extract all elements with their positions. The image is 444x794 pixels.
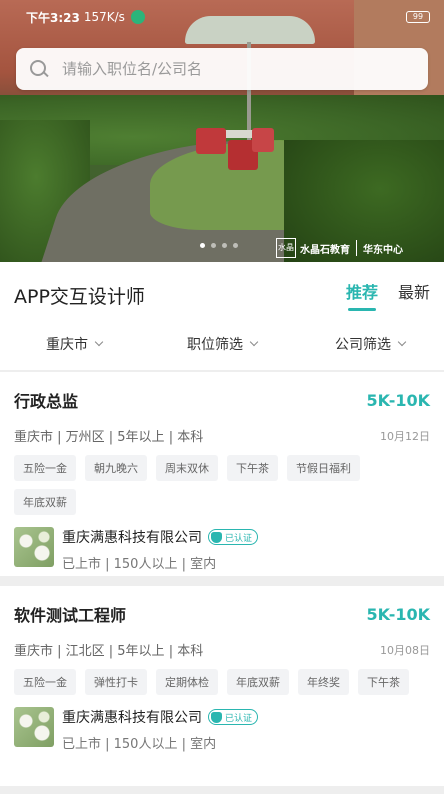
tab-recommended[interactable]: 推荐 — [346, 279, 378, 311]
search-icon — [30, 60, 48, 78]
job-meta: 重庆市 | 万州区 | 5年以上 | 本科 — [14, 430, 204, 445]
company-meta: 已上市 | 150人以上 | 室内 — [62, 737, 217, 752]
company-name: 重庆满惠科技有限公司 — [62, 530, 202, 546]
company-avatar — [14, 527, 54, 567]
job-salary: 5K-10K — [366, 390, 430, 410]
company-info[interactable]: 重庆满惠科技有限公司 已认证 已上市 | 150人以上 | 室内 — [14, 527, 430, 572]
tab-latest[interactable]: 最新 — [398, 279, 430, 303]
filter-label: 重庆市 — [46, 337, 88, 353]
job-tags: 五险一金 弹性打卡 定期体检 年底双薪 年终奖 下午茶 — [14, 669, 430, 695]
battery-icon: 99 — [406, 11, 430, 23]
search-input[interactable] — [62, 60, 402, 78]
benefit-tag: 五险一金 — [14, 455, 76, 481]
job-salary: 5K-10K — [366, 604, 430, 624]
job-title: 行政总监 — [14, 392, 79, 411]
job-card[interactable]: 软件测试工程师 5K-10K 重庆市 | 江北区 | 5年以上 | 本科 10月… — [0, 586, 444, 786]
job-meta: 重庆市 | 江北区 | 5年以上 | 本科 — [14, 644, 204, 659]
carousel-indicator — [200, 243, 238, 248]
filter-position-dropdown[interactable]: 职位筛选 — [148, 334, 296, 354]
search-bar[interactable] — [16, 48, 428, 90]
filter-company-dropdown[interactable]: 公司筛选 — [296, 334, 444, 354]
carousel-dot — [222, 243, 227, 248]
shield-check-icon — [211, 711, 222, 723]
chevron-down-icon — [397, 337, 407, 347]
job-date: 10月12日 — [380, 429, 430, 443]
verified-badge: 已认证 — [208, 709, 259, 725]
chevron-down-icon — [94, 337, 104, 347]
banner[interactable]: 下午3:23 157K/s 99 水晶 水晶石教育 华东中心 — [0, 0, 444, 262]
brand-divider — [356, 240, 357, 256]
benefit-tag: 弹性打卡 — [85, 669, 147, 695]
brand-name: 水晶石教育 — [300, 244, 350, 256]
company-meta: 已上市 | 150人以上 | 室内 — [62, 557, 217, 572]
filter-bar: 重庆市 职位筛选 公司筛选 — [0, 334, 444, 354]
benefit-tag: 朝九晚六 — [85, 455, 147, 481]
banner-photo-chair — [196, 128, 226, 154]
company-avatar — [14, 707, 54, 747]
carousel-dot — [200, 243, 205, 248]
company-name: 重庆满惠科技有限公司 — [62, 710, 202, 726]
notification-icon — [130, 10, 145, 24]
benefit-tag: 节假日福利 — [287, 455, 360, 481]
filter-panel: APP交互设计师 推荐 最新 重庆市 职位筛选 公司筛选 — [0, 262, 444, 370]
banner-photo-chair — [252, 128, 274, 152]
job-title: 软件测试工程师 — [14, 606, 127, 625]
benefit-tag: 五险一金 — [14, 669, 76, 695]
filter-label: 职位筛选 — [187, 337, 243, 353]
sort-tabs: 推荐 最新 — [346, 279, 430, 311]
benefit-tag: 年底双薪 — [227, 669, 289, 695]
brand-logo-icon: 水晶 — [276, 238, 296, 258]
status-network-speed: 157K/s — [83, 10, 125, 24]
job-tags: 五险一金 朝九晚六 周末双休 下午茶 节假日福利 年底双薪 — [14, 455, 430, 515]
verified-label: 已认证 — [225, 533, 253, 544]
banner-brand: 水晶 水晶石教育 华东中心 — [276, 236, 403, 260]
job-date: 10月08日 — [380, 643, 430, 657]
benefit-tag: 年终奖 — [298, 669, 349, 695]
job-card[interactable]: 行政总监 5K-10K 重庆市 | 万州区 | 5年以上 | 本科 10月12日… — [0, 372, 444, 576]
status-bar: 下午3:23 157K/s 99 — [0, 0, 444, 34]
benefit-tag: 年底双薪 — [14, 489, 76, 515]
benefit-tag: 下午茶 — [227, 455, 278, 481]
filter-label: 公司筛选 — [335, 337, 391, 353]
shield-check-icon — [211, 531, 222, 543]
carousel-dot — [233, 243, 238, 248]
filter-city-dropdown[interactable]: 重庆市 — [0, 334, 148, 354]
status-time: 下午3:23 — [26, 10, 80, 25]
benefit-tag: 周末双休 — [156, 455, 218, 481]
verified-label: 已认证 — [225, 713, 253, 724]
company-info[interactable]: 重庆满惠科技有限公司 已认证 已上市 | 150人以上 | 室内 — [14, 707, 430, 752]
carousel-dot — [211, 243, 216, 248]
benefit-tag: 定期体检 — [156, 669, 218, 695]
chevron-down-icon — [249, 337, 259, 347]
benefit-tag: 下午茶 — [358, 669, 409, 695]
brand-branch: 华东中心 — [363, 244, 403, 256]
verified-badge: 已认证 — [208, 529, 259, 545]
page-title: APP交互设计师 — [14, 286, 145, 308]
